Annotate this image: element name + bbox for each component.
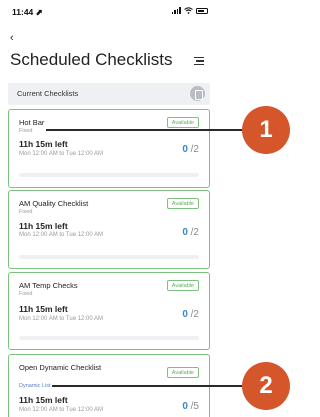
wifi-icon [184, 7, 193, 14]
completion-count: 0 /2 [182, 144, 199, 155]
report-icon[interactable] [190, 86, 205, 101]
checklist-card[interactable]: AM Temp Checks Fixed Available 11h 15m l… [8, 272, 210, 350]
checklist-type: Fixed [19, 291, 33, 297]
checklist-name: AM Temp Checks [19, 281, 78, 290]
status-icons [171, 7, 208, 14]
phone-screen: 11:44 ⬈ ‹ Scheduled Checklists Current C… [0, 0, 218, 417]
page-title: Scheduled Checklists [10, 50, 173, 69]
schedule-range: Mon 12:00 AM to Tue 12:00 AM [19, 232, 104, 238]
progress-bar [19, 255, 199, 259]
status-badge: Available [166, 198, 199, 209]
menu-icon[interactable] [194, 57, 204, 65]
completion-count: 0 /2 [182, 309, 199, 320]
checklist-name: Hot Bar [19, 118, 45, 127]
callout-leader-line [52, 385, 256, 387]
time-left: 11h 15m left [19, 139, 68, 149]
callout-leader-line [46, 129, 256, 131]
progress-bar [19, 173, 199, 177]
signal-icon [171, 7, 181, 14]
status-badge: Available [166, 117, 199, 128]
schedule-range: Mon 12:00 AM to Tue 12:00 AM [19, 151, 104, 157]
time-left: 11h 15m left [19, 221, 68, 231]
checklist-type: Fixed [19, 128, 33, 134]
back-button[interactable]: ‹ [10, 33, 14, 44]
checklist-name: Open Dynamic Checklist [19, 363, 102, 372]
checklist-type: Dynamic List [19, 383, 51, 389]
checklist-card[interactable]: Hot Bar Fixed Available 11h 15m left Mon… [8, 109, 210, 188]
schedule-range: Mon 12:00 AM to Tue 12:00 AM [19, 316, 104, 322]
status-time: 11:44 ⬈ [12, 7, 43, 17]
completion-count: 0 /2 [182, 227, 199, 238]
schedule-range: Mon 12:00 AM to Tue 12:00 AM [19, 407, 104, 413]
callout-marker-1: 1 [242, 106, 290, 154]
checklist-name: AM Quality Checklist [19, 199, 89, 208]
current-checklists-header: Current Checklists [8, 83, 210, 105]
checklist-card[interactable]: AM Quality Checklist Fixed Available 11h… [8, 190, 210, 269]
checklist-type: Fixed [19, 209, 33, 215]
status-bar: 11:44 ⬈ [0, 0, 218, 22]
time-left: 11h 15m left [19, 304, 68, 314]
completion-count: 0 /5 [182, 401, 199, 412]
time-left: 11h 15m left [19, 395, 68, 405]
progress-bar [19, 336, 199, 340]
status-badge: Available [166, 367, 199, 378]
battery-icon [196, 7, 208, 14]
section-label: Current Checklists [17, 89, 79, 98]
status-badge: Available [166, 280, 199, 291]
callout-marker-2: 2 [242, 362, 290, 410]
